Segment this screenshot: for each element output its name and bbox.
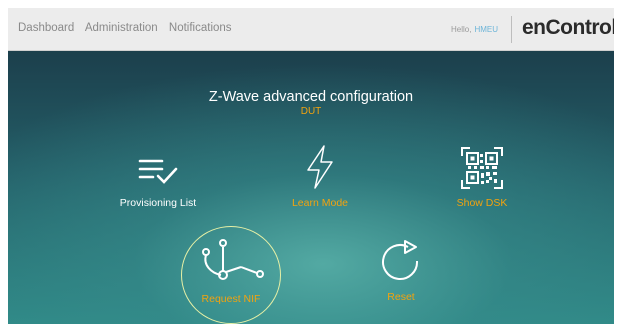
provisioning-list-button[interactable]: Provisioning List <box>108 151 208 209</box>
show-dsk-label: Show DSK <box>456 197 508 209</box>
header-divider <box>511 16 512 43</box>
nav-administration[interactable]: Administration <box>85 22 158 34</box>
user-greeting: Hello, HMEU <box>451 25 498 34</box>
lightning-icon <box>307 145 333 189</box>
reset-button[interactable]: Reset <box>351 237 451 303</box>
device-name: DUT <box>300 106 322 117</box>
reset-icon <box>382 240 419 280</box>
user-name[interactable]: HMEU <box>474 25 498 34</box>
list-check-icon <box>138 159 178 184</box>
page-title: Z-Wave advanced configuration <box>208 89 414 105</box>
show-dsk-button[interactable]: Show DSK <box>432 145 532 209</box>
greeting-text: Hello, <box>451 25 472 34</box>
learn-mode-button[interactable]: Learn Mode <box>270 143 370 209</box>
qr-code-icon <box>461 147 503 189</box>
top-bar: Dashboard Administration Notifications H… <box>8 8 614 51</box>
logo-text: enControl <box>522 16 614 39</box>
nav-dashboard[interactable]: Dashboard <box>18 22 74 34</box>
config-panel: Z-Wave advanced configuration DUT Provis… <box>8 51 614 324</box>
request-nif-label: Request NIF <box>201 293 261 305</box>
reset-label: Reset <box>387 291 415 303</box>
app-frame: Dashboard Administration Notifications H… <box>8 8 614 324</box>
learn-mode-label: Learn Mode <box>291 197 349 209</box>
network-nodes-icon <box>202 239 264 280</box>
provisioning-list-label: Provisioning List <box>119 197 197 209</box>
main-nav: Dashboard Administration Notifications <box>18 22 240 34</box>
request-nif-button[interactable]: Request NIF <box>181 235 281 305</box>
nav-notifications[interactable]: Notifications <box>169 22 232 34</box>
brand-logo: enControl® <box>522 16 614 40</box>
